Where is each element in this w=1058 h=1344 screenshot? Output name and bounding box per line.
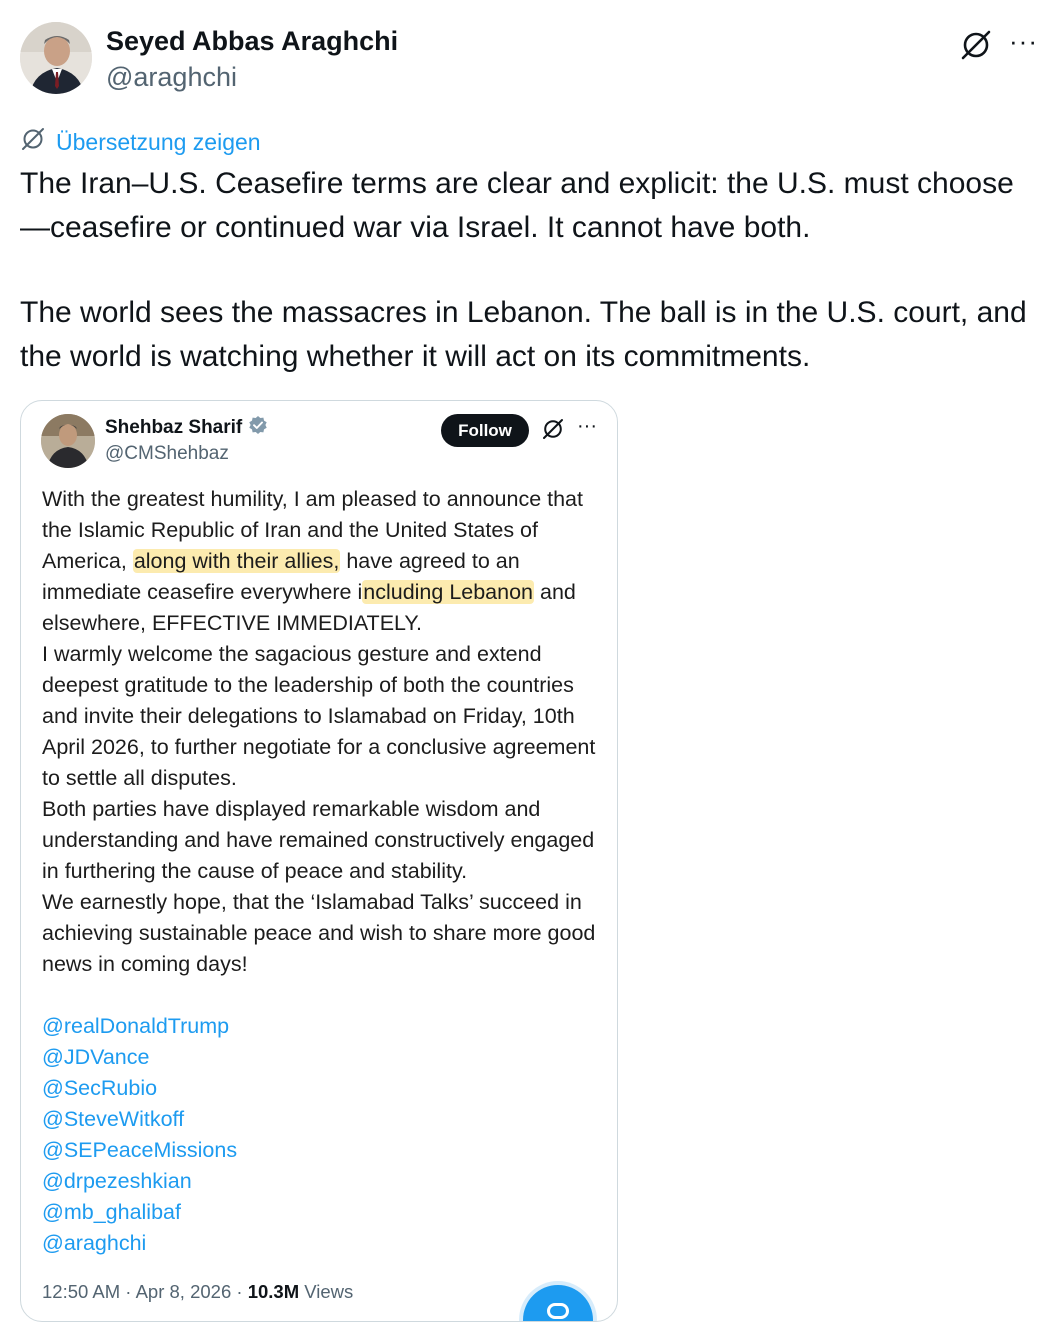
embedded-tweet-image[interactable]: Shehbaz Sharif @CMShehbaz Follow ··· Wit…	[20, 400, 618, 1322]
embed-author-name[interactable]: Shehbaz Sharif	[105, 415, 268, 441]
compose-fab-button[interactable]	[523, 1285, 593, 1321]
translate-link[interactable]: Übersetzung zeigen	[20, 126, 261, 158]
mention-list: @realDonaldTrump @JDVance @SecRubio @Ste…	[42, 1011, 602, 1259]
author-avatar[interactable]	[20, 22, 92, 94]
embed-more-icon[interactable]: ···	[577, 416, 597, 436]
embed-meta: 12:50 AM · Apr 8, 2026 · 10.3M Views	[42, 1281, 353, 1303]
highlighted-text: along with their allies,	[132, 549, 341, 573]
mention-link[interactable]: @JDVance	[42, 1042, 602, 1073]
embed-author-name-text: Shehbaz Sharif	[105, 417, 243, 438]
verified-badge-icon	[248, 415, 268, 441]
views-count: 10.3M	[247, 1281, 300, 1302]
mention-link[interactable]: @mb_ghalibaf	[42, 1197, 602, 1228]
grok-icon[interactable]	[959, 28, 993, 62]
embed-paragraph: Both parties have displayed remarkable w…	[42, 797, 595, 883]
embed-paragraph: With the greatest humility, I am pleased…	[42, 484, 602, 639]
post-timestamp[interactable]: 12:50 AM · Apr 8, 2026 ·	[42, 1281, 248, 1302]
mention-link[interactable]: @SEPeaceMissions	[42, 1135, 602, 1166]
translate-label: Übersetzung zeigen	[56, 128, 261, 155]
embed-actions: ···	[541, 416, 597, 441]
tweet-header: Seyed Abbas Araghchi @araghchi ···	[20, 22, 1038, 96]
mention-link[interactable]: @SteveWitkoff	[42, 1104, 602, 1135]
embed-grok-icon[interactable]	[541, 417, 565, 441]
embed-avatar[interactable]	[41, 414, 95, 468]
message-icon	[547, 1303, 569, 1319]
highlighted-text: ncluding Lebanon	[362, 580, 535, 604]
embed-author-handle[interactable]: @CMShehbaz	[105, 443, 229, 465]
header-actions: ···	[959, 28, 1038, 62]
author-name[interactable]: Seyed Abbas Araghchi	[106, 26, 398, 57]
embed-paragraph: We earnestly hope, that the ‘Islamabad T…	[42, 890, 596, 976]
mention-link[interactable]: @araghchi	[42, 1228, 602, 1259]
embed-paragraph: I warmly welcome the sagacious gesture a…	[42, 642, 596, 790]
author-handle[interactable]: @araghchi	[106, 62, 237, 93]
more-icon[interactable]: ···	[1009, 28, 1038, 54]
tweet-paragraph: The world sees the massacres in Lebanon.…	[20, 296, 1027, 373]
embed-tweet-body: With the greatest humility, I am pleased…	[42, 484, 602, 1259]
mention-link[interactable]: @drpezeshkian	[42, 1166, 602, 1197]
follow-button[interactable]: Follow	[441, 414, 529, 447]
mention-link[interactable]: @realDonaldTrump	[42, 1011, 602, 1042]
tweet-text: The Iran–U.S. Ceasefire terms are clear …	[20, 162, 1030, 378]
views-label: Views	[299, 1281, 354, 1302]
mention-link[interactable]: @SecRubio	[42, 1073, 602, 1104]
grok-translate-icon	[20, 126, 46, 158]
tweet-paragraph: The Iran–U.S. Ceasefire terms are clear …	[20, 167, 1014, 244]
